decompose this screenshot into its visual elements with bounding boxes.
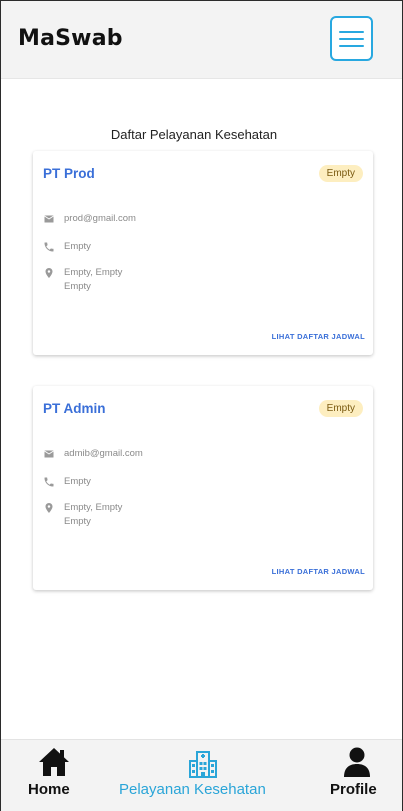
email-icon <box>44 215 54 223</box>
location-pin-icon <box>45 268 53 278</box>
view-schedule-link[interactable]: LIHAT DAFTAR JADWAL <box>272 567 365 576</box>
app-header: MaSwab <box>1 1 402 79</box>
nav-item-profile[interactable]: Profile <box>316 740 402 811</box>
hamburger-menu-icon <box>339 31 364 33</box>
address-line-1: Empty, Empty <box>64 502 123 513</box>
service-card: PT Prod Empty prod@gmail.com Empty Empty… <box>33 151 373 355</box>
section-title: Daftar Pelayanan Kesehatan <box>110 127 278 142</box>
bottom-nav: Home Pelayanan Kesehatan Profile <box>1 739 402 811</box>
address-line-2: Empty <box>64 516 91 527</box>
phone-icon <box>44 242 54 252</box>
home-icon <box>39 748 69 776</box>
nav-label: Home <box>28 781 70 798</box>
hospital-icon <box>189 751 217 778</box>
nav-item-health-services[interactable]: Pelayanan Kesehatan <box>111 740 301 811</box>
phone-text: Empty <box>64 476 91 487</box>
menu-button[interactable] <box>330 16 373 61</box>
email-text: prod@gmail.com <box>64 213 136 224</box>
address-line-2: Empty <box>64 281 91 292</box>
service-name: PT Admin <box>43 401 106 416</box>
nav-item-home[interactable]: Home <box>1 740 101 811</box>
person-icon <box>344 747 370 777</box>
status-badge: Empty <box>318 165 363 182</box>
nav-label: Pelayanan Kesehatan <box>119 781 266 798</box>
phone-icon <box>44 477 54 487</box>
email-text: admib@gmail.com <box>64 448 143 459</box>
status-badge: Empty <box>318 400 363 417</box>
email-icon <box>44 450 54 458</box>
address-line-1: Empty, Empty <box>64 267 123 278</box>
service-card: PT Admin Empty admib@gmail.com Empty Emp… <box>33 386 373 590</box>
phone-text: Empty <box>64 241 91 252</box>
address-text: Empty, Empty Empty <box>64 266 122 294</box>
service-name: PT Prod <box>43 166 95 181</box>
view-schedule-link[interactable]: LIHAT DAFTAR JADWAL <box>272 332 365 341</box>
address-text: Empty, Empty Empty <box>64 501 122 529</box>
hamburger-menu-icon-bar <box>339 45 364 47</box>
location-pin-icon <box>45 503 53 513</box>
hamburger-menu-icon-bar <box>339 38 364 40</box>
nav-label: Profile <box>330 781 377 798</box>
app-frame: MaSwab Daftar Pelayanan Kesehatan PT Pro… <box>0 0 403 811</box>
app-title: MaSwab <box>18 26 123 51</box>
